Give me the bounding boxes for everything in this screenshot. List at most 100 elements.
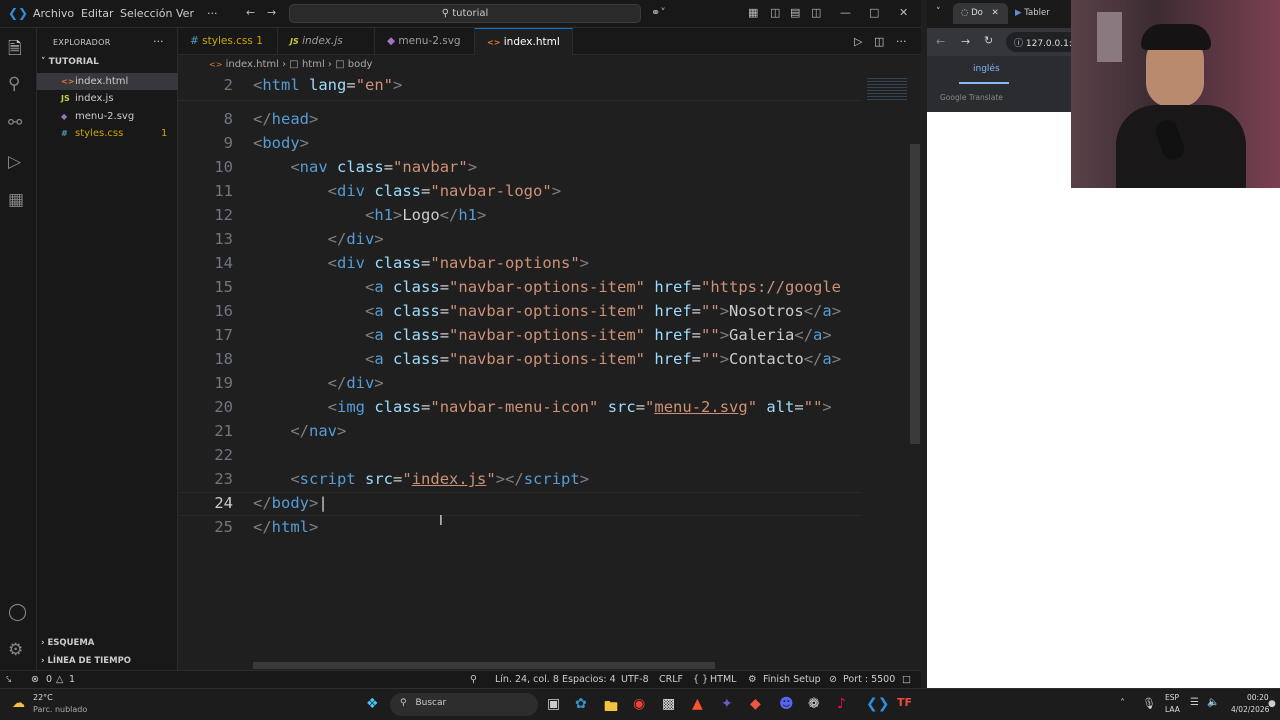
toggle-panel-icon[interactable]: ▤ xyxy=(790,6,800,19)
command-search[interactable]: ⚲ tutorial xyxy=(289,4,641,23)
settings-gear-icon[interactable]: ⚙ xyxy=(8,640,23,660)
mic-tray-icon[interactable]: 🎙 xyxy=(1142,697,1156,710)
tab-menu-svg[interactable]: ◆ menu-2.svg xyxy=(375,28,475,55)
file-item-index-html[interactable]: <>index.html xyxy=(37,73,178,90)
weather-temp[interactable]: 22°C xyxy=(33,693,53,702)
tab-styles-css[interactable]: # styles.css 1 xyxy=(178,28,278,55)
tiktok-icon[interactable]: ♪ xyxy=(837,696,846,712)
app-icon[interactable]: ✦ xyxy=(721,696,733,712)
code-line[interactable]: <div class="navbar-logo"> xyxy=(253,182,561,200)
menu-editar[interactable]: Editar xyxy=(81,7,114,20)
windows-start-icon[interactable]: ❖ xyxy=(366,696,379,712)
more-menu-icon[interactable]: ··· xyxy=(207,7,218,20)
code-line[interactable]: </nav> xyxy=(253,422,346,440)
tray-chevron-icon[interactable]: ˄ xyxy=(1120,698,1125,709)
tab-list-icon[interactable]: ˅ xyxy=(936,7,941,17)
account-icon[interactable]: ◯ xyxy=(8,602,27,622)
folder-tutorial[interactable]: ˅ TUTORIAL xyxy=(41,57,99,67)
split-editor-icon[interactable]: ◫ xyxy=(874,35,884,48)
code-line[interactable]: <a class="navbar-options-item" href="">C… xyxy=(253,350,841,368)
chrome-icon[interactable]: ◉ xyxy=(633,696,645,712)
cursor-position[interactable]: Lín. 24, col. 8 xyxy=(495,671,559,688)
code-editor[interactable]: 2 8 9 10 11 12 13 14 15 16 17 18 19 20 2… xyxy=(178,74,861,662)
breadcrumb-file[interactable]: index.html xyxy=(226,59,279,70)
code-line[interactable]: </div> xyxy=(253,230,384,248)
code-line[interactable]: </body>| xyxy=(253,494,328,512)
browser-tab-2[interactable]: ▶ Tabler xyxy=(1015,8,1050,18)
language-indicator[interactable]: ESP xyxy=(1165,693,1179,702)
git-app-icon[interactable]: ◆ xyxy=(750,696,761,712)
taskbar-search[interactable]: ⚲ Buscar xyxy=(390,693,538,716)
language-mode[interactable]: HTML xyxy=(710,671,736,688)
end-of-line[interactable]: CRLF xyxy=(659,671,683,688)
copilot-app-icon[interactable]: ✿ xyxy=(575,696,587,712)
code-line[interactable]: </html> xyxy=(253,518,318,536)
notifications-icon[interactable]: □ xyxy=(902,671,911,688)
code-line[interactable]: <h1>Logo</h1> xyxy=(253,206,486,224)
run-icon[interactable]: ▷ xyxy=(854,35,862,48)
keyboard-layout[interactable]: LAA xyxy=(1165,705,1180,714)
browser-tab-1[interactable]: ◌ Do ✕ xyxy=(953,3,1008,24)
toggle-sidebar-icon[interactable]: ◫ xyxy=(770,6,780,19)
code-line[interactable]: </div> xyxy=(253,374,384,392)
clock-time[interactable]: 00:20 xyxy=(1247,693,1269,702)
weather-icon[interactable]: ☁ xyxy=(12,696,25,711)
discord-icon[interactable]: ☻ xyxy=(779,696,794,712)
clock-date[interactable]: 4/02/2026 xyxy=(1231,705,1269,714)
toggle-secondary-sidebar-icon[interactable]: ◫ xyxy=(811,6,821,19)
translate-language-tab[interactable]: inglés xyxy=(973,64,1000,74)
code-line[interactable]: <html lang="en"> xyxy=(253,76,402,94)
back-icon[interactable]: ← xyxy=(936,35,945,48)
code-line[interactable]: <a class="navbar-options-item" href="">N… xyxy=(253,302,841,320)
tab-index-js[interactable]: JS index.js xyxy=(278,28,375,55)
code-line[interactable]: <script src="index.js"></script> xyxy=(253,470,589,488)
error-count[interactable]: 0 xyxy=(46,671,52,688)
explorer-icon[interactable]: 🗎 xyxy=(8,36,22,65)
code-line[interactable]: <a class="navbar-options-item" href="htt… xyxy=(253,278,841,296)
indentation[interactable]: Espacios: 4 xyxy=(562,671,616,688)
tab-index-html[interactable]: <> index.html ✕ xyxy=(475,28,573,75)
code-line[interactable]: <div class="navbar-options"> xyxy=(253,254,589,272)
finish-setup-button[interactable]: Finish Setup xyxy=(763,671,821,688)
close-tab-icon[interactable]: ✕ xyxy=(992,8,999,18)
encoding[interactable]: UTF-8 xyxy=(621,671,649,688)
volume-icon[interactable]: 🔈 xyxy=(1207,697,1219,708)
code-line[interactable]: <a class="navbar-options-item" href="">G… xyxy=(253,326,832,344)
code-line[interactable]: <img class="navbar-menu-icon" src="menu-… xyxy=(253,398,832,416)
copilot-icon[interactable]: ⚭˅ xyxy=(651,6,666,19)
code-line[interactable]: </head> xyxy=(253,110,318,128)
zoom-icon[interactable]: ⚲ xyxy=(470,671,477,688)
chatgpt-icon[interactable]: ❁ xyxy=(808,696,820,712)
forward-arrow-icon[interactable]: → xyxy=(267,6,276,19)
section-timeline[interactable]: › LÍNEA DE TIEMPO xyxy=(41,656,131,666)
notification-bell-icon[interactable]: ● xyxy=(1268,699,1276,709)
weather-desc[interactable]: Parc. nublado xyxy=(33,705,87,714)
search-icon[interactable]: ⚲ xyxy=(8,74,20,94)
terminal-app-icon[interactable]: ▩ xyxy=(662,696,675,712)
file-item-menu-svg[interactable]: ◆ menu-2.svg xyxy=(37,108,178,125)
remote-icon[interactable]: ⤥ xyxy=(6,671,11,688)
code-line[interactable]: <body> xyxy=(253,134,309,152)
close-icon[interactable]: ✕ xyxy=(899,6,908,19)
layout-icon[interactable]: ▦ xyxy=(748,6,758,19)
back-arrow-icon[interactable]: ← xyxy=(246,6,255,19)
breadcrumb-body[interactable]: body xyxy=(348,59,373,70)
menu-archivo[interactable]: Archivo xyxy=(33,7,74,20)
menu-ver[interactable]: Ver xyxy=(176,7,194,20)
run-debug-icon[interactable]: ▷ xyxy=(8,152,21,172)
file-explorer-icon[interactable]: 🖿 xyxy=(604,696,618,720)
warning-count[interactable]: 1 xyxy=(69,671,75,688)
horizontal-scrollbar[interactable] xyxy=(253,662,715,669)
brave-icon[interactable]: ▲ xyxy=(692,696,703,712)
minimap[interactable] xyxy=(861,74,921,662)
forward-icon[interactable]: → xyxy=(961,35,970,48)
more-actions-icon[interactable]: ··· xyxy=(896,35,907,48)
task-view-icon[interactable]: ▣ xyxy=(547,696,560,712)
live-server-port[interactable]: Port : 5500 xyxy=(843,671,895,688)
maximize-icon[interactable]: □ xyxy=(869,6,879,19)
more-actions-icon[interactable]: ··· xyxy=(153,35,164,48)
wifi-icon[interactable]: ☰ xyxy=(1190,697,1199,708)
section-esquema[interactable]: › ESQUEMA xyxy=(41,638,94,648)
vertical-scrollbar[interactable] xyxy=(910,144,920,444)
source-control-icon[interactable]: ⚯ xyxy=(8,113,22,133)
